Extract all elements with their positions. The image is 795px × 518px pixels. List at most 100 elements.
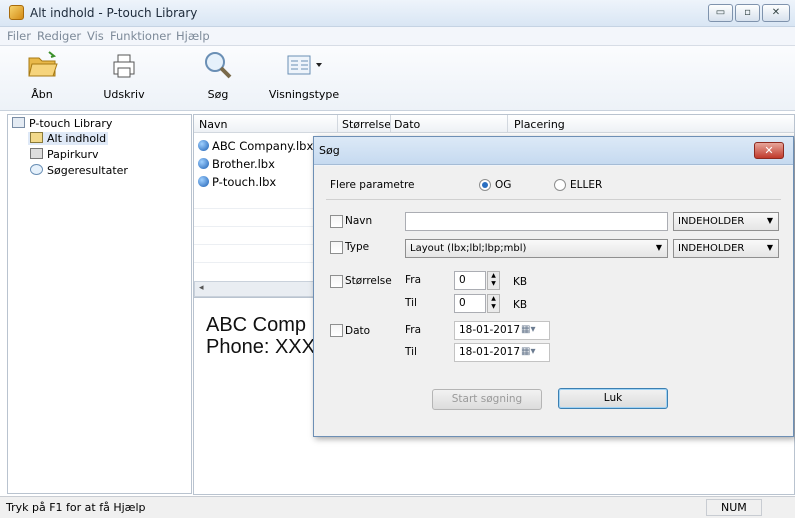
file-row[interactable]: ABC Company.lbx [198, 139, 313, 153]
horizontal-scrollbar[interactable]: ◂ [194, 281, 316, 297]
folder-icon [30, 132, 43, 143]
type-mode-select[interactable]: INDEHOLDER ▼ [673, 239, 779, 258]
library-icon [12, 117, 25, 128]
column-name[interactable]: Navn [199, 118, 227, 131]
trash-icon [30, 148, 43, 159]
open-button[interactable]: Åbn [20, 50, 64, 101]
magnifier-icon [203, 50, 233, 80]
lbx-file-icon [198, 140, 209, 151]
file-name: ABC Company.lbx [212, 139, 314, 153]
search-dialog: Søg ✕ Flere parametre OG ELLER Navn INDE… [313, 136, 794, 437]
menu-help[interactable]: Hjælp [176, 29, 210, 43]
column-date[interactable]: Dato [394, 118, 420, 131]
size-from-spinner[interactable]: ▲ ▼ [487, 271, 500, 290]
tree-root-label: P-touch Library [29, 117, 113, 130]
lbx-file-icon [198, 176, 209, 187]
date-to-picker[interactable]: 18-01-2017 ▦▾ [454, 343, 550, 362]
menu-view[interactable]: Vis [87, 29, 104, 43]
view-type-button[interactable]: Visningstype [264, 50, 344, 101]
calendar-icon[interactable]: ▦▾ [521, 346, 535, 357]
folder-open-icon [27, 50, 58, 80]
chevron-down-icon: ▼ [766, 243, 773, 252]
dialog-title-bar: Søg ✕ [314, 137, 793, 165]
more-params-label: Flere parametre [330, 179, 415, 191]
date-checkbox[interactable] [330, 324, 343, 337]
close-dialog-button[interactable]: Luk [558, 388, 668, 409]
file-row[interactable]: Brother.lbx [198, 157, 275, 171]
open-label: Åbn [31, 88, 53, 101]
size-to-spinner[interactable]: ▲ ▼ [487, 294, 500, 313]
date-from-label: Fra [405, 324, 422, 336]
minimize-button[interactable]: ▭ [708, 4, 733, 22]
name-label: Navn [345, 215, 373, 227]
column-size[interactable]: Størrelse [342, 118, 391, 131]
tree-root[interactable]: P-touch Library [12, 117, 112, 130]
date-label: Dato [345, 325, 371, 337]
column-divider[interactable] [507, 115, 508, 133]
library-tree: P-touch Library Alt indhold Papirkurv Sø… [7, 114, 192, 494]
dialog-close-button[interactable]: ✕ [754, 142, 784, 159]
file-row[interactable]: P-touch.lbx [198, 175, 276, 189]
toolbar: Åbn Udskriv Søg Visningstype [0, 46, 795, 111]
or-radio[interactable] [554, 179, 566, 191]
name-mode-value: INDEHOLDER [678, 216, 745, 227]
name-checkbox[interactable] [330, 215, 343, 228]
name-input[interactable] [405, 212, 668, 231]
date-from-picker[interactable]: 18-01-2017 ▦▾ [454, 321, 550, 340]
window-title: Alt indhold - P-touch Library [30, 6, 198, 20]
search-results-icon [30, 164, 43, 175]
size-label: Størrelse [345, 275, 392, 287]
separator [326, 199, 781, 200]
type-mode-value: INDEHOLDER [678, 243, 745, 254]
tree-item-label: Søgeresultater [47, 164, 128, 177]
close-window-button[interactable]: ✕ [762, 4, 790, 22]
maximize-button[interactable]: ▫ [735, 4, 760, 22]
start-search-button[interactable]: Start søgning [432, 389, 542, 410]
or-label: ELLER [570, 179, 603, 191]
preview-text: ABC Comp Phone: XXX [206, 314, 315, 358]
size-to-input[interactable]: 0 [454, 294, 486, 313]
and-label: OG [495, 179, 512, 191]
menu-file[interactable]: Filer [7, 29, 31, 43]
column-divider[interactable] [390, 115, 391, 133]
file-list-header: Navn Størrelse Dato Placering [194, 115, 794, 133]
column-location[interactable]: Placering [514, 118, 565, 131]
search-label: Søg [207, 88, 229, 101]
print-label: Udskriv [103, 88, 145, 101]
name-mode-select[interactable]: INDEHOLDER ▼ [673, 212, 779, 231]
type-value: Layout (lbx;lbl;lbp;mbl) [410, 243, 527, 254]
tree-item-search-results[interactable]: Søgeresultater [30, 164, 128, 177]
num-lock-indicator: NUM [706, 499, 762, 516]
status-text: Tryk på F1 for at få Hjælp [6, 501, 146, 514]
size-to-label: Til [405, 297, 417, 309]
scroll-left-icon[interactable]: ◂ [199, 283, 204, 293]
and-radio[interactable] [479, 179, 491, 191]
chevron-down-icon: ▼ [655, 243, 662, 252]
menu-edit[interactable]: Rediger [37, 29, 81, 43]
view-type-label: Visningstype [268, 88, 340, 101]
size-from-input[interactable]: 0 [454, 271, 486, 290]
lbx-file-icon [198, 158, 209, 169]
size-checkbox[interactable] [330, 275, 343, 288]
type-select[interactable]: Layout (lbx;lbl;lbp;mbl) ▼ [405, 239, 668, 258]
tree-item-trash[interactable]: Papirkurv [30, 148, 98, 161]
chevron-down-icon: ▼ [766, 216, 773, 225]
dialog-title: Søg [319, 144, 340, 157]
column-divider[interactable] [337, 115, 338, 133]
menu-bar: Filer Rediger Vis Funktioner Hjælp [0, 27, 795, 46]
menu-functions[interactable]: Funktioner [110, 29, 171, 43]
size-from-label: Fra [405, 274, 422, 286]
view-list-icon [282, 50, 326, 80]
size-to-unit: KB [513, 299, 528, 311]
print-button[interactable]: Udskriv [92, 50, 156, 101]
tree-item-all-content[interactable]: Alt indhold [28, 132, 109, 145]
tree-item-label: Papirkurv [47, 148, 99, 161]
calendar-icon[interactable]: ▦▾ [521, 324, 535, 335]
date-from-value: 18-01-2017 [459, 324, 521, 336]
title-bar: Alt indhold - P-touch Library ▭ ▫ ✕ [0, 0, 795, 27]
search-button[interactable]: Søg [196, 50, 240, 101]
tree-item-label: Alt indhold [47, 132, 107, 145]
date-to-label: Til [405, 346, 417, 358]
status-bar: Tryk på F1 for at få Hjælp NUM [0, 496, 795, 518]
type-checkbox[interactable] [330, 241, 343, 254]
